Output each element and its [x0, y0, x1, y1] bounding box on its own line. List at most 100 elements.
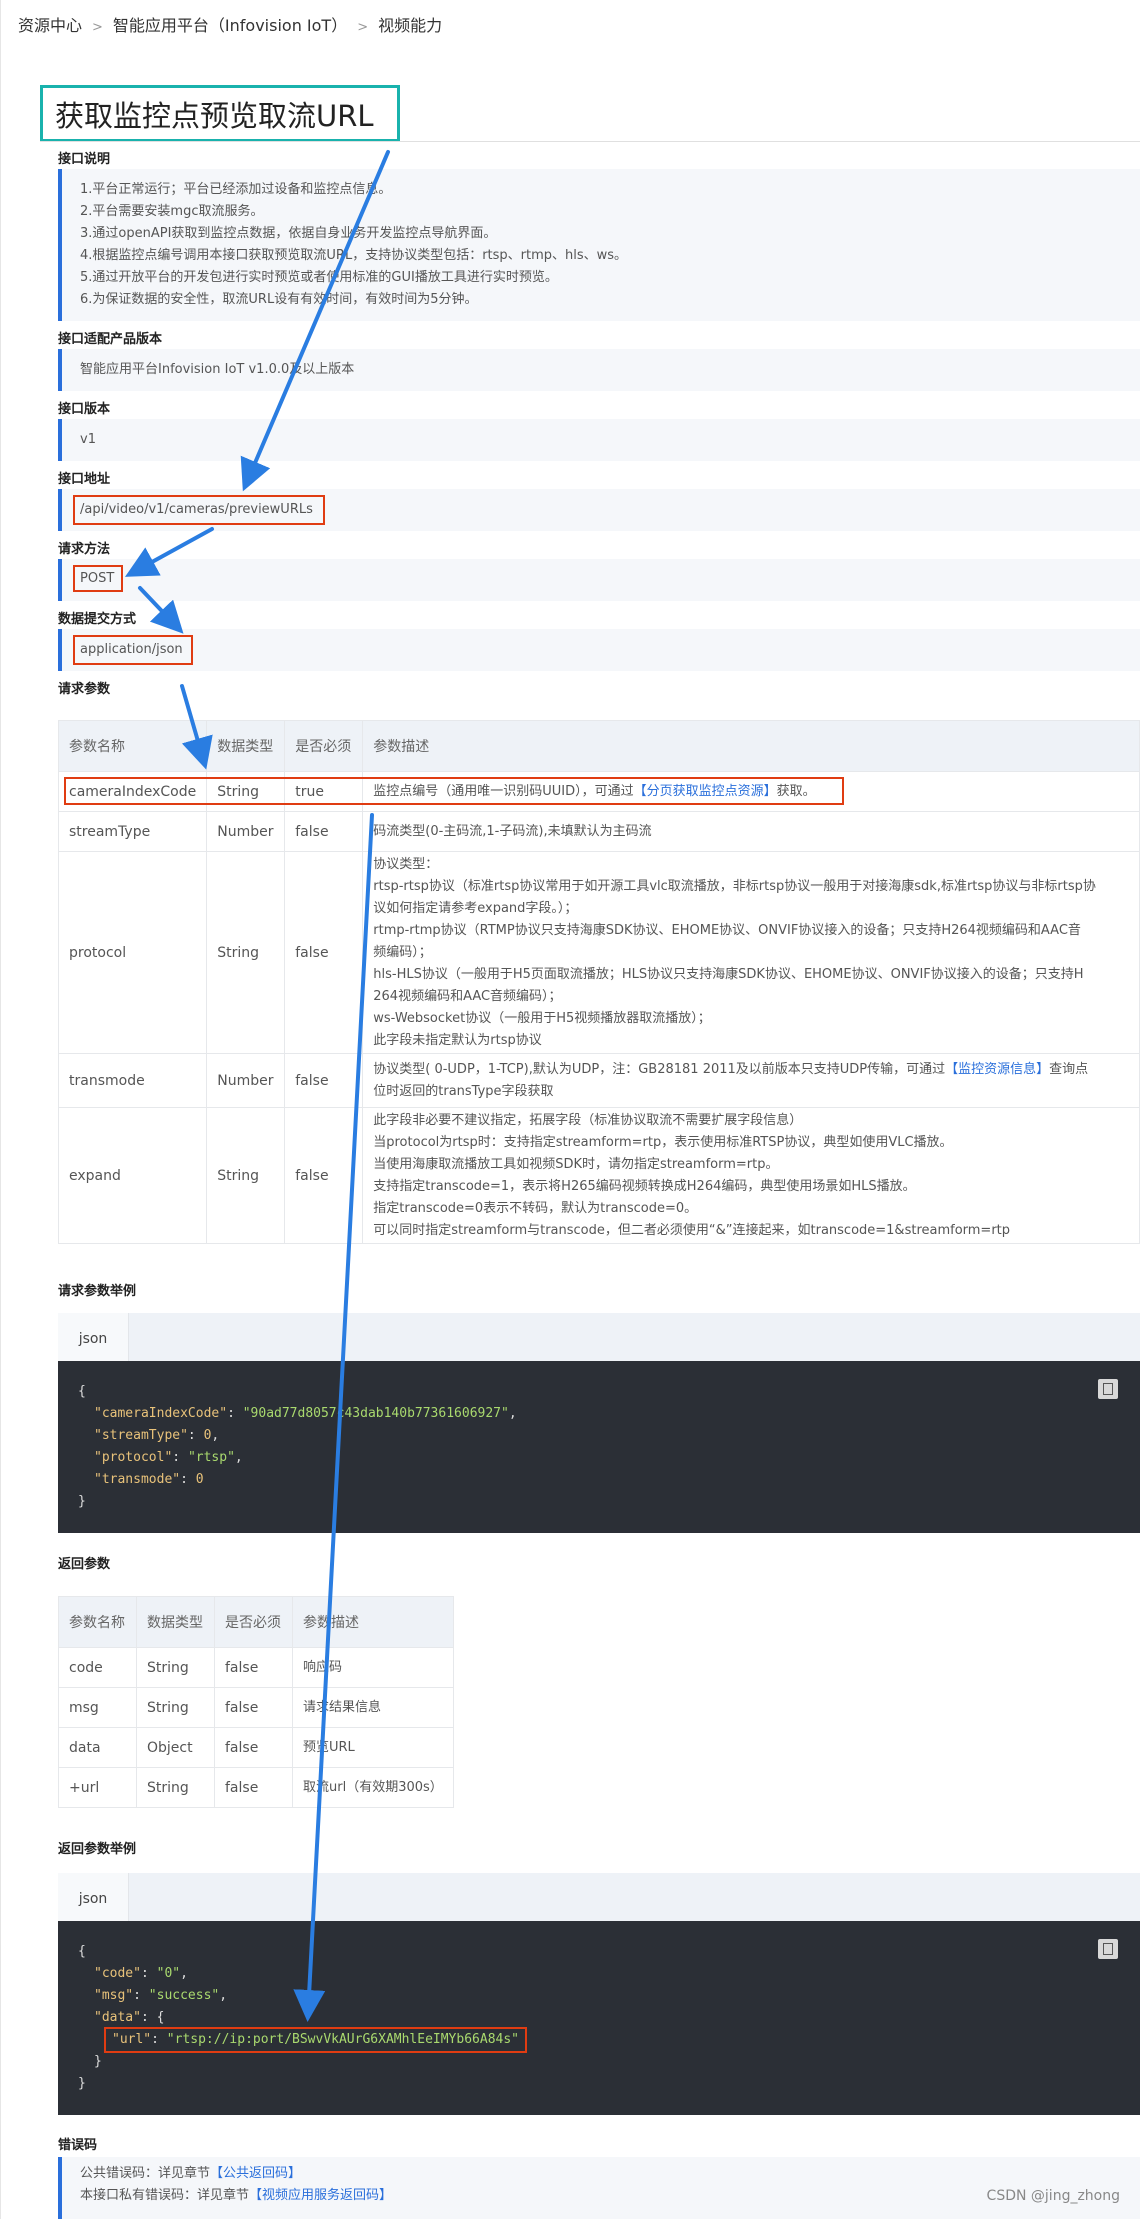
param-name: transmode — [57, 1053, 208, 1108]
param-required: false — [214, 1687, 293, 1728]
method-highlight: POST — [73, 565, 123, 592]
api-address-highlight: /api/video/v1/cameras/previewURLs — [73, 495, 325, 525]
public-return-code-link[interactable]: 【公共返回码】 — [210, 2166, 301, 2181]
column-header: 数据类型 — [136, 1596, 215, 1648]
section-resp-example-heading: 返回参数举例 — [58, 1842, 137, 1857]
breadcrumb-separator-icon: > — [92, 20, 103, 35]
param-type: String — [206, 851, 286, 1054]
desc-line: 可以同时指定streamform与transcode，但二者必须使用“&”连接起… — [373, 1222, 1011, 1238]
url-line-highlight: "url": "rtsp://ip:port/BSwvVkAUrG6XAMhlE… — [104, 2027, 527, 2053]
param-desc: 预览URL — [292, 1727, 454, 1768]
param-desc: 响应码 — [292, 1647, 454, 1688]
code-line: { — [78, 1944, 86, 1959]
desc-line: 议如何指定请参考expand字段。）； — [373, 900, 578, 916]
breadcrumb: 资源中心 > 智能应用平台（Infovision IoT） > 视频能力 — [18, 12, 442, 36]
desc-text: 协议类型( 0-UDP，1-TCP),默认为UDP，注：GB28181 2011… — [373, 1061, 946, 1077]
tab-json[interactable]: json — [58, 1313, 129, 1361]
desc-line: hls-HLS协议（一般用于H5页面取流播放；HLS协议只支持海康SDK协议、E… — [373, 966, 1084, 982]
intro-line: 2.平台需要安装mgc取流服务。 — [80, 204, 264, 219]
product-version-text: 智能应用平台Infovision IoT v1.0.0及以上版本 — [80, 362, 355, 377]
column-header: 参数名称 — [57, 720, 208, 772]
code-line: { — [78, 1384, 86, 1399]
error-codes-block: 公共错误码：详见章节【公共返回码】 本接口私有错误码：详见章节【视频应用服务返回… — [58, 2157, 1140, 2219]
desc-text: 查询点 — [1049, 1061, 1089, 1077]
table-row: expand String false 此字段非必要不建议指定，拓展字段（标准协… — [57, 1107, 1140, 1244]
param-name: code — [58, 1647, 137, 1688]
breadcrumb-video[interactable]: 视频能力 — [378, 16, 442, 35]
intro-line: 1.平台正常运行；平台已经添加过设备和监控点信息。 — [80, 182, 392, 197]
param-name: +url — [58, 1767, 137, 1808]
section-error-heading: 错误码 — [58, 2138, 98, 2153]
param-required: false — [284, 1053, 364, 1108]
table-row: transmode Number false 协议类型( 0-UDP，1-TCP… — [57, 1053, 1140, 1108]
tab-json[interactable]: json — [58, 1873, 129, 1921]
param-type: Object — [136, 1727, 215, 1768]
code-line: } — [78, 1494, 86, 1509]
section-req-params-heading: 请求参数 — [58, 682, 111, 697]
param-required: false — [284, 1107, 364, 1244]
monitor-resource-info-link[interactable]: 【监控资源信息】 — [945, 1062, 1049, 1077]
copy-icon[interactable] — [1098, 1939, 1118, 1959]
param-desc: 协议类型： rtsp-rtsp协议（标准rtsp协议常用于如开源工具vlc取流播… — [362, 851, 1140, 1054]
watermark: CSDN @jing_zhong — [986, 2188, 1120, 2204]
desc-line: 此字段非必要不建议指定，拓展字段（标准协议取流不需要扩展字段信息） — [373, 1112, 803, 1128]
method-block — [58, 559, 1140, 601]
section-intro-heading: 接口说明 — [58, 152, 111, 167]
code-line: "code": "0", — [94, 1966, 188, 1981]
param-desc: 请求结果信息 — [292, 1687, 454, 1728]
api-version-block: v1 — [58, 419, 1140, 461]
req-example-tabbar: json — [58, 1313, 1140, 1361]
content-type-highlight: application/json — [73, 635, 193, 665]
param-required: false — [284, 851, 364, 1054]
code-line: } — [78, 2076, 86, 2091]
camera-index-row-highlight — [64, 777, 844, 805]
param-desc: 取流url（有效期300s） — [292, 1767, 454, 1808]
copy-icon[interactable] — [1098, 1379, 1118, 1399]
table-row: data Object false 预览URL — [58, 1727, 454, 1768]
desc-line: 协议类型： — [373, 856, 439, 872]
intro-line: 3.通过openAPI获取到监控点数据，依据自身业务开发监控点导航界面。 — [80, 226, 497, 241]
param-type: Number — [206, 811, 286, 852]
left-border — [0, 0, 1, 2219]
param-desc: 此字段非必要不建议指定，拓展字段（标准协议取流不需要扩展字段信息） 当proto… — [362, 1107, 1140, 1244]
section-version-heading: 接口版本 — [58, 402, 111, 417]
section-req-example-heading: 请求参数举例 — [58, 1284, 137, 1299]
param-required: false — [214, 1767, 293, 1808]
resp-code-block: { "code": "0", "msg": "success", "data":… — [58, 1921, 1140, 2115]
param-type: String — [136, 1687, 215, 1728]
section-method-heading: 请求方法 — [58, 542, 111, 557]
table-header-row: 参数名称 数据类型 是否必须 参数描述 — [58, 1596, 454, 1648]
param-required: false — [284, 811, 364, 852]
intro-block: 1.平台正常运行；平台已经添加过设备和监控点信息。 2.平台需要安装mgc取流服… — [58, 169, 1140, 321]
param-type: Number — [206, 1053, 286, 1108]
param-required: false — [214, 1727, 293, 1768]
table-row: protocol String false 协议类型： rtsp-rtsp协议（… — [57, 851, 1140, 1054]
code-line: "transmode": 0 — [94, 1472, 204, 1487]
param-desc: 协议类型( 0-UDP，1-TCP),默认为UDP，注：GB28181 2011… — [362, 1053, 1140, 1108]
page-title: 获取监控点预览取流URL — [40, 85, 400, 142]
video-service-return-code-link[interactable]: 【视频应用服务返回码】 — [249, 2188, 392, 2203]
table-row: streamType Number false 码流类型(0-主码流,1-子码流… — [57, 811, 1140, 852]
intro-line: 6.为保证数据的安全性，取流URL设有有效时间，有效时间为5分钟。 — [80, 292, 478, 307]
api-version-text: v1 — [80, 432, 96, 447]
desc-line: 当使用海康取流播放工具如视频SDK时，请勿指定streamform=rtp。 — [373, 1156, 779, 1172]
column-header: 数据类型 — [206, 720, 286, 772]
breadcrumb-resource-center[interactable]: 资源中心 — [18, 16, 82, 35]
desc-line: 频编码）； — [373, 944, 432, 960]
desc-line: rtmp-rtmp协议（RTMP协议只支持海康SDK协议、EHOME协议、ONV… — [373, 922, 1081, 938]
resp-example-tabbar: json — [58, 1873, 1140, 1921]
desc-line: 支持指定transcode=1，表示将H265编码视频转换成H264编码，典型使… — [373, 1178, 916, 1194]
section-address-heading: 接口地址 — [58, 472, 111, 487]
param-desc: 码流类型(0-主码流,1-子码流),未填默认为主码流 — [362, 811, 1140, 852]
param-type: String — [136, 1767, 215, 1808]
column-header: 参数描述 — [362, 720, 1140, 772]
intro-line: 4.根据监控点编号调用本接口获取预览取流URL，支持协议类型包括：rtsp、rt… — [80, 248, 628, 263]
intro-line: 5.通过开放平台的开发包进行实时预览或者使用标准的GUI播放工具进行实时预览。 — [80, 270, 558, 285]
desc-line: 此字段未指定默认为rtsp协议 — [373, 1032, 542, 1048]
desc-line: 指定transcode=0表示不转码，默认为transcode=0。 — [373, 1200, 698, 1216]
section-resp-params-heading: 返回参数 — [58, 1557, 111, 1572]
code-line: "protocol": "rtsp", — [94, 1450, 243, 1465]
param-name: expand — [57, 1107, 208, 1244]
breadcrumb-platform[interactable]: 智能应用平台（Infovision IoT） — [113, 16, 347, 35]
table-row: code String false 响应码 — [58, 1647, 454, 1688]
